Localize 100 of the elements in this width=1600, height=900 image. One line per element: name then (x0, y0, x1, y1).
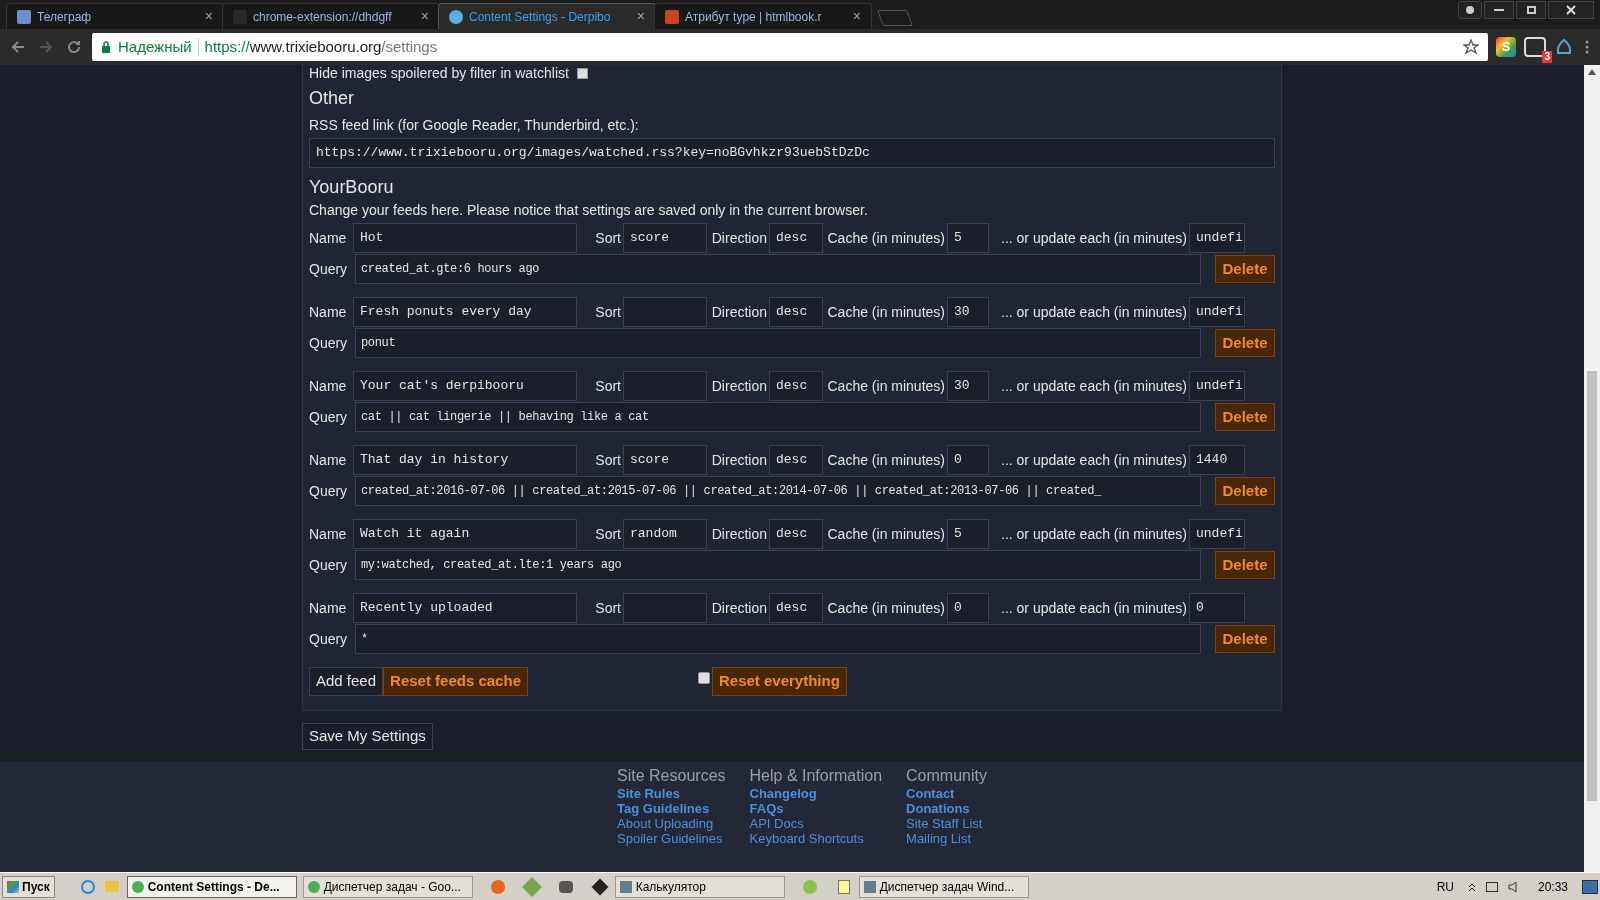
footer-link[interactable]: Spoiler Guidelines (617, 831, 726, 846)
language-indicator[interactable]: RU (1436, 877, 1454, 896)
input-field[interactable]: ponut (355, 328, 1201, 358)
input-field[interactable]: Watch it again (353, 519, 577, 549)
checkbox[interactable] (697, 671, 710, 684)
save-settings-button[interactable]: Save My Settings (302, 723, 433, 750)
show-desktop-button[interactable] (1582, 879, 1598, 894)
start-button[interactable]: Пуск (2, 875, 55, 898)
delete-button[interactable]: Delete (1215, 255, 1275, 283)
delete-button[interactable]: Delete (1215, 625, 1275, 653)
reset-cache-button[interactable]: Reset feeds cache (383, 667, 528, 696)
field-label: Name (309, 302, 348, 322)
footer-link[interactable]: Site Rules (617, 786, 726, 801)
input-field[interactable]: 30 (947, 371, 989, 401)
field-label: ... or update each (in minutes) (1000, 302, 1188, 322)
input-field[interactable]: cat || cat lingerie || behaving like a cat (355, 402, 1201, 432)
restore-button[interactable] (1516, 1, 1546, 19)
delete-button[interactable]: Delete (1215, 403, 1275, 431)
input-field[interactable] (623, 297, 707, 327)
input-field[interactable]: undefi (1189, 519, 1245, 549)
field-label: Name (309, 598, 348, 618)
field-label: ... or update each (in minutes) (1000, 376, 1188, 396)
field-label: ... or update each (in minutes) (1000, 450, 1188, 470)
input-field[interactable]: desc (769, 445, 823, 475)
input-field[interactable]: That day in history (353, 445, 577, 475)
taskbar-button[interactable]: Калькулятор (614, 875, 785, 898)
input-field[interactable] (623, 593, 707, 623)
input-field[interactable]: 5 (947, 519, 989, 549)
browser-tab[interactable]: Телеграф × (6, 3, 224, 29)
field-label: Cache (in minutes) (826, 228, 946, 248)
field-label: Name (309, 228, 348, 248)
input-field[interactable]: desc (769, 371, 823, 401)
input-field[interactable]: desc (769, 297, 823, 327)
footer-link[interactable]: Mailing List (906, 831, 987, 846)
taskbar-button[interactable]: Диспетчер задач - Goo... (302, 875, 473, 898)
input-field[interactable]: 30 (947, 297, 989, 327)
scrollbar[interactable] (1584, 65, 1600, 872)
input-field[interactable]: undefi (1189, 297, 1245, 327)
input-field[interactable] (623, 371, 707, 401)
browser-tab[interactable]: Атрибут type | htmlbook.r × (654, 3, 872, 29)
field-label: Cache (in minutes) (826, 302, 946, 322)
input-field[interactable]: * (355, 624, 1201, 654)
field-label: Query (309, 629, 349, 649)
input-field[interactable]: desc (769, 223, 823, 253)
footer-link[interactable]: FAQs (749, 801, 883, 816)
input-field[interactable]: created_at:2016-07-06 || created_at:2015-07-06 || created_at:2014-07-06 || created_at:2013-07-06 || created_ (355, 476, 1201, 506)
delete-button[interactable]: Delete (1215, 329, 1275, 357)
close-tab-button[interactable]: × (204, 6, 213, 27)
input-field[interactable]: desc (769, 593, 823, 623)
address-bar[interactable]: Надежный https://www.trixiebooru.org/settings (92, 33, 1488, 61)
close-tab-button[interactable]: × (636, 6, 645, 27)
footer-link[interactable]: Donations (906, 801, 987, 816)
security-label: Надежный (118, 36, 192, 57)
input-field[interactable]: undefi (1189, 371, 1245, 401)
input-field[interactable]: 0 (1189, 593, 1245, 623)
delete-button[interactable]: Delete (1215, 477, 1275, 505)
checkbox[interactable] (576, 67, 588, 79)
footer-link[interactable]: API Docs (749, 816, 883, 831)
input-field[interactable]: 5 (947, 223, 989, 253)
reset-everything-button[interactable]: Reset everything (711, 667, 847, 696)
field-label: ... or update each (in minutes) (1000, 598, 1188, 618)
footer-link[interactable]: Changelog (749, 786, 883, 801)
tab-favicon-icon (665, 9, 679, 24)
add-feed-button[interactable]: Add feed (309, 667, 384, 696)
browser-tab[interactable]: Content Settings - Derpibo × (438, 3, 656, 29)
input-field[interactable]: created_at.gte:6 hours ago (355, 254, 1201, 284)
input-field[interactable]: Your cat's derpibooru (353, 371, 577, 401)
input-field[interactable]: Hot (353, 223, 577, 253)
input-field[interactable]: Recently uploaded (353, 593, 577, 623)
minimize-button[interactable] (1484, 1, 1514, 19)
input-field[interactable]: undefi (1189, 223, 1245, 253)
input-field[interactable]: my:watched, created_at.lte:1 years ago (355, 550, 1201, 580)
field-label: ... or update each (in minutes) (1000, 228, 1188, 248)
taskbar-button[interactable]: Диспетчер задач Wind... (858, 875, 1029, 898)
input-field[interactable]: 1440 (1189, 445, 1245, 475)
input-field[interactable]: Fresh ponuts every day (353, 297, 577, 327)
profile-icon[interactable] (1458, 1, 1482, 19)
browser-tab[interactable]: chrome-extension://dhdgff × (222, 3, 440, 29)
field-label: Query (309, 333, 349, 353)
taskbar-button[interactable]: Content Settings - De... (126, 875, 297, 898)
scroll-up-arrow-icon[interactable] (1588, 69, 1596, 75)
rss-url-field[interactable]: https://www.trixiebooru.org/images/watched.rss?key=noBGvhkzr93uebStDzDc (309, 138, 1275, 168)
delete-button[interactable]: Delete (1215, 551, 1275, 579)
footer-link[interactable]: Tag Guidelines (617, 801, 726, 816)
input-field[interactable]: score (623, 445, 707, 475)
footer-link[interactable]: Keyboard Shortcuts (749, 831, 883, 846)
tab-title: Телеграф (37, 8, 93, 26)
input-field[interactable]: 0 (947, 593, 989, 623)
input-field[interactable]: desc (769, 519, 823, 549)
input-field[interactable]: random (623, 519, 707, 549)
input-field[interactable]: 0 (947, 445, 989, 475)
field-label: Cache (in minutes) (826, 524, 946, 544)
footer-link[interactable]: Site Staff List (906, 816, 987, 831)
close-window-button[interactable] (1548, 1, 1594, 19)
close-tab-button[interactable]: × (420, 6, 429, 27)
input-field[interactable]: score (623, 223, 707, 253)
footer-link[interactable]: Contact (906, 786, 987, 801)
field-label: Sort (594, 450, 622, 470)
footer-link[interactable]: About Uploading (617, 816, 726, 831)
close-tab-button[interactable]: × (852, 6, 861, 27)
